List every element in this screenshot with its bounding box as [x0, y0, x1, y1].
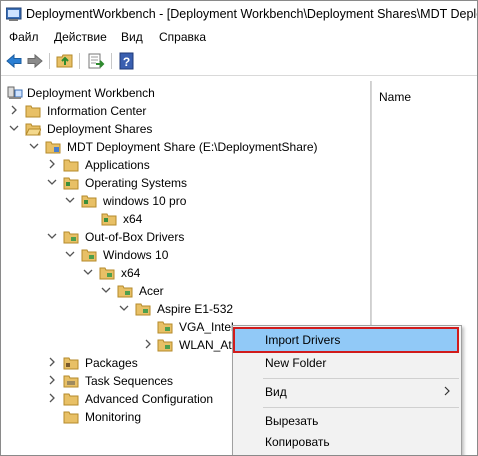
os-folder-icon: [63, 177, 79, 190]
submenu-arrow-icon: [444, 386, 450, 396]
context-menu: Import Drivers New Folder Вид Вырезать К…: [232, 325, 462, 455]
folder-icon: [63, 159, 79, 172]
export-list-icon[interactable]: [87, 52, 105, 70]
menu-action[interactable]: Действие: [52, 29, 109, 45]
tree-label: x64: [123, 212, 143, 226]
drivers-folder-icon: [117, 285, 133, 298]
tree-label: Information Center: [47, 104, 147, 118]
tree-label: Acer: [139, 284, 164, 298]
tree-label: Deployment Workbench: [27, 86, 155, 100]
context-item-import-drivers[interactable]: Import Drivers: [233, 327, 459, 353]
context-item-label: Копировать: [265, 435, 330, 449]
drivers-folder-icon: [135, 303, 151, 316]
workbench-icon: [7, 86, 23, 99]
chevron-right-icon[interactable]: [47, 393, 57, 403]
chevron-right-icon[interactable]: [47, 375, 57, 385]
menu-help[interactable]: Справка: [157, 29, 208, 45]
mmc-window: DeploymentWorkbench - [Deployment Workbe…: [0, 0, 478, 456]
tree-label: Out-of-Box Drivers: [85, 230, 185, 244]
toolbar: ?: [1, 47, 477, 76]
forward-arrow-icon[interactable]: [26, 52, 44, 70]
deployment-share-icon: [45, 141, 61, 154]
os-folder-icon: [101, 213, 117, 226]
context-item-label: New Folder: [265, 356, 327, 370]
tree-label: Monitoring: [85, 410, 142, 424]
menu-separator: [263, 378, 459, 379]
back-arrow-icon[interactable]: [5, 52, 23, 70]
chevron-right-icon[interactable]: [9, 105, 19, 115]
chevron-down-icon[interactable]: [47, 231, 57, 241]
tree-label: Windows 10: [103, 248, 169, 262]
toolbar-separator: [111, 53, 112, 69]
context-item-copy[interactable]: Копировать: [233, 431, 461, 453]
context-item-view[interactable]: Вид: [233, 381, 461, 403]
tree-label: MDT Deployment Share (E:\DeploymentShare…: [67, 140, 318, 154]
toolbar-separator: [49, 53, 50, 69]
chevron-down-icon[interactable]: [101, 285, 111, 295]
title-bar[interactable]: DeploymentWorkbench - [Deployment Workbe…: [1, 1, 477, 27]
menu-separator: [263, 407, 459, 408]
menu-bar: Файл Действие Вид Справка: [1, 27, 477, 47]
folder-icon: [25, 105, 41, 118]
up-folder-icon[interactable]: [56, 52, 74, 70]
context-item-new-folder[interactable]: New Folder: [233, 352, 461, 374]
chevron-down-icon[interactable]: [29, 141, 39, 151]
tree-label: VGA_Intel: [179, 320, 234, 334]
packages-folder-icon: [63, 357, 79, 370]
drivers-folder-icon: [81, 249, 97, 262]
os-folder-icon: [81, 195, 97, 208]
chevron-down-icon[interactable]: [65, 249, 75, 259]
drivers-folder-icon: [63, 231, 79, 244]
folder-icon: [63, 393, 79, 406]
folder-open-icon: [25, 123, 41, 136]
tree-label: x64: [121, 266, 141, 280]
menu-view[interactable]: Вид: [119, 29, 145, 45]
toolbar-separator: [79, 53, 80, 69]
drivers-folder-icon: [157, 339, 173, 352]
context-item-cut[interactable]: Вырезать: [233, 410, 461, 432]
tree-label: Deployment Shares: [47, 122, 153, 136]
task-sequences-folder-icon: [63, 375, 79, 388]
help-book-icon[interactable]: ?: [118, 52, 136, 70]
context-item-label: Import Drivers: [265, 333, 341, 347]
chevron-right-icon[interactable]: [47, 357, 57, 367]
chevron-right-icon[interactable]: [143, 339, 153, 349]
tree-label: windows 10 pro: [103, 194, 187, 208]
chevron-down-icon[interactable]: [119, 303, 129, 313]
chevron-down-icon[interactable]: [9, 123, 19, 133]
drivers-folder-icon: [157, 321, 173, 334]
chevron-right-icon[interactable]: [47, 159, 57, 169]
tree-label: Advanced Configuration: [85, 392, 214, 406]
tree-label: Aspire E1-532: [157, 302, 234, 316]
chevron-down-icon[interactable]: [83, 267, 93, 277]
tree-label: Operating Systems: [85, 176, 188, 190]
chevron-down-icon[interactable]: [65, 195, 75, 205]
context-item-label: Вид: [265, 385, 287, 399]
folder-icon: [63, 411, 79, 424]
context-item-label: Вырезать: [265, 414, 319, 428]
mdt-app-icon: [6, 7, 22, 21]
window-title: DeploymentWorkbench - [Deployment Workbe…: [26, 7, 478, 21]
tree-label: Packages: [85, 356, 138, 370]
column-header-name[interactable]: Name: [379, 90, 411, 104]
chevron-down-icon[interactable]: [47, 177, 57, 187]
drivers-folder-icon: [99, 267, 115, 280]
svg-text:?: ?: [123, 55, 130, 69]
menu-file[interactable]: Файл: [7, 29, 41, 45]
tree-label: WLAN_At: [179, 338, 232, 352]
tree-label: Task Sequences: [85, 374, 174, 388]
tree-label: Applications: [85, 158, 150, 172]
